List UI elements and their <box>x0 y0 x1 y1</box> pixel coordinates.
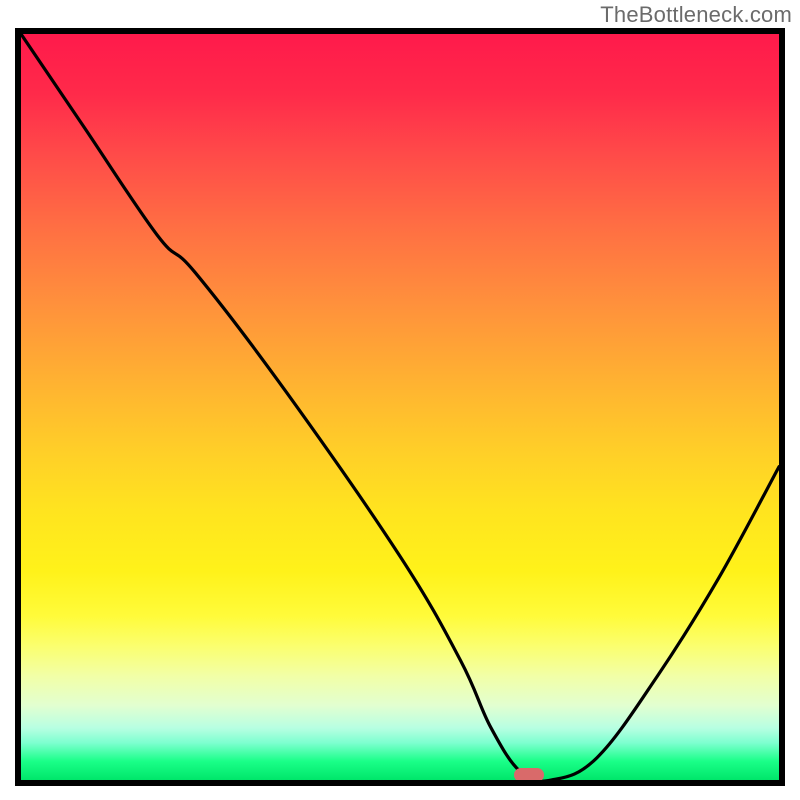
curve-svg <box>21 34 779 780</box>
plot-frame <box>15 28 785 786</box>
bottleneck-curve <box>21 34 779 780</box>
watermark-text: TheBottleneck.com <box>600 2 792 28</box>
chart-container: TheBottleneck.com <box>0 0 800 800</box>
optimal-marker <box>514 768 544 782</box>
